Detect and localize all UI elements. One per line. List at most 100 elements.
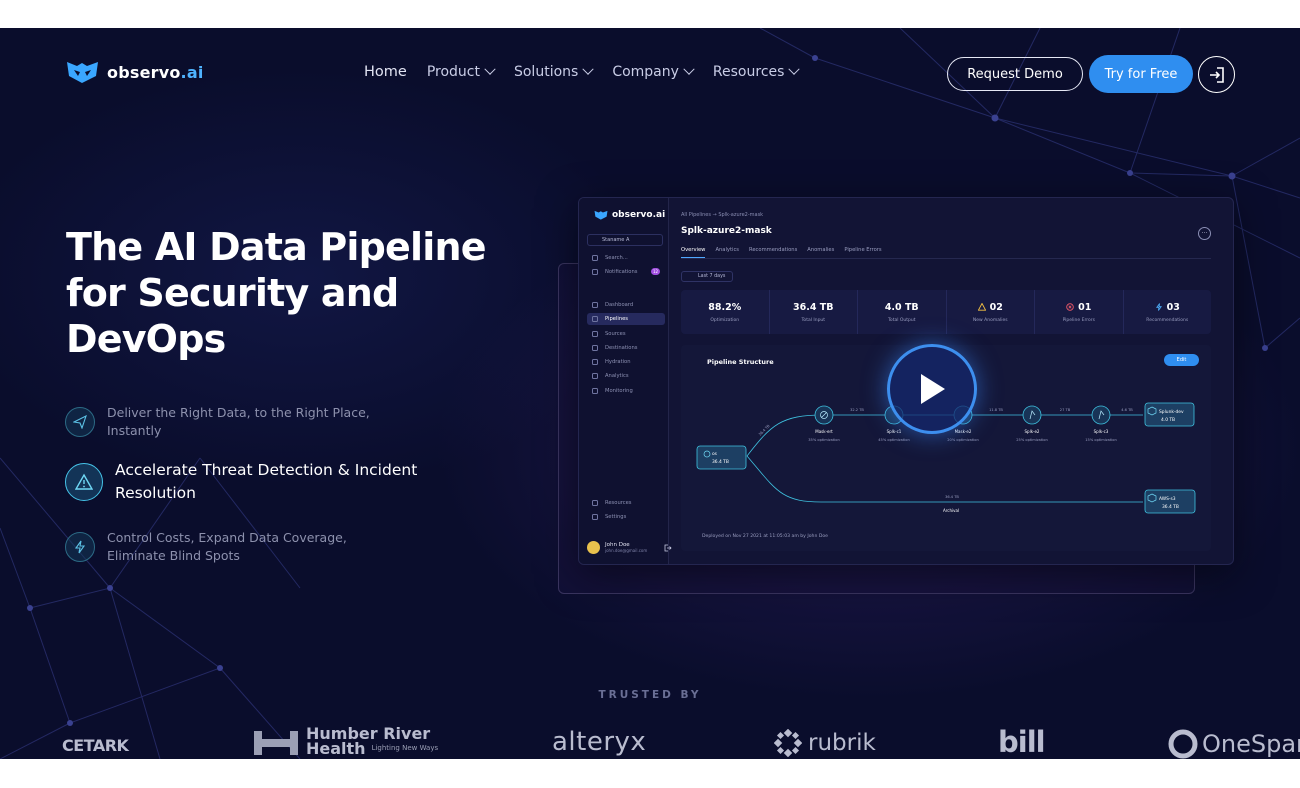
error-icon <box>1066 303 1074 311</box>
monitoring-icon <box>592 388 598 394</box>
svg-text:27 TB: 27 TB <box>1060 408 1071 412</box>
tab-anomalies[interactable]: Anomalies <box>807 247 834 258</box>
svg-text:20% optimization: 20% optimization <box>947 438 979 442</box>
gear-icon <box>592 514 598 520</box>
feature-text: Accelerate Threat Detection & Incident R… <box>115 461 418 502</box>
feature-item[interactable]: Deliver the Right Data, to the Right Pla… <box>65 404 377 440</box>
dashboard-tabs: Overview Analytics Recommendations Anoma… <box>681 247 882 258</box>
sidebar-item-dashboard[interactable]: Dashboard <box>587 299 665 311</box>
destination-icon <box>592 345 598 351</box>
nav-product[interactable]: Product <box>427 63 496 80</box>
breadcrumb[interactable]: All Pipelines → Splk-azure2-mask <box>681 212 763 218</box>
logo-bill: bill <box>998 725 1046 759</box>
tab-analytics[interactable]: Analytics <box>715 247 739 258</box>
more-options-icon[interactable]: ··· <box>1198 227 1211 240</box>
nav-resources[interactable]: Resources <box>713 63 801 80</box>
sidebar-item-search[interactable]: Search... <box>587 252 665 264</box>
analytics-icon <box>592 373 598 379</box>
observo-logo-icon <box>67 62 98 83</box>
login-icon <box>1209 66 1224 83</box>
sidebar-item-settings[interactable]: Settings <box>587 511 665 523</box>
svg-text:Splunk-dev: Splunk-dev <box>1159 409 1184 415</box>
main-nav: Home Product Solutions Company Resources <box>364 63 801 80</box>
nav-company[interactable]: Company <box>612 63 695 80</box>
svg-text:36.4 TB: 36.4 TB <box>712 459 729 465</box>
logo-alteryx: alteryx <box>552 727 647 757</box>
svg-text:25% optimization: 25% optimization <box>1016 438 1048 442</box>
svg-text:Mask-e2: Mask-e2 <box>955 429 972 434</box>
nav-home[interactable]: Home <box>364 64 407 80</box>
dashboard-logo: observo.ai <box>594 210 665 220</box>
logo-onespan: OneSpan <box>1168 729 1300 759</box>
sidebar-item-sources[interactable]: Sources <box>587 328 665 340</box>
svg-text:AWS-s3: AWS-s3 <box>1159 496 1176 502</box>
stat-recommendations[interactable]: 03 Recommendations <box>1124 290 1212 334</box>
pipeline-title: Splk-azure2-mask <box>681 226 772 236</box>
date-filter[interactable]: Last 7 days <box>681 271 734 282</box>
trusted-by-label: TRUSTED BY <box>598 689 702 701</box>
tab-overview[interactable]: Overview <box>681 247 706 258</box>
svg-text:45% optimization: 45% optimization <box>878 438 910 442</box>
svg-text:Splk-c3: Splk-c3 <box>1094 429 1109 434</box>
trusted-logos: CETARK Humber River Health Lighting New W… <box>0 723 1300 759</box>
feature-item[interactable]: Control Costs, Expand Data Coverage, Eli… <box>65 529 357 565</box>
login-button[interactable] <box>1198 56 1235 93</box>
notification-badge: 12 <box>651 268 660 275</box>
chevron-down-icon <box>683 63 695 75</box>
search-icon <box>592 255 598 261</box>
onespan-icon <box>1168 729 1198 759</box>
environment-select[interactable]: Staname A <box>587 234 663 246</box>
svg-text:36.4 TB: 36.4 TB <box>945 495 959 499</box>
sidebar-item-resources[interactable]: Resources <box>587 497 665 509</box>
sidebar-item-pipelines[interactable]: Pipelines <box>587 313 665 325</box>
tab-recommendations[interactable]: Recommendations <box>749 247 797 258</box>
stat-total-input: 36.4 TB Total Input <box>770 290 858 334</box>
source-node <box>696 445 747 470</box>
play-icon <box>921 374 945 404</box>
sidebar-item-monitoring[interactable]: Monitoring <box>587 385 665 397</box>
sidebar-item-analytics[interactable]: Analytics <box>587 370 665 382</box>
svg-text:Splk-e2: Splk-e2 <box>1025 429 1040 434</box>
play-video-button[interactable] <box>887 344 977 434</box>
user-profile[interactable]: John Doe john.doe@gmail.com <box>587 541 672 554</box>
logo-rubrik: rubrik <box>774 729 876 757</box>
page: observo.ai Home Product Solutions Compan… <box>0 28 1300 759</box>
resources-icon <box>592 500 598 506</box>
sidebar-item-destinations[interactable]: Destinations <box>587 342 665 354</box>
avatar <box>587 541 600 554</box>
sidebar-item-notifications[interactable]: Notifications 12 <box>587 266 665 278</box>
warning-icon <box>977 303 986 311</box>
chevron-down-icon <box>788 63 801 75</box>
pipeline-structure-title: Pipeline Structure <box>707 358 774 366</box>
bell-icon <box>592 269 598 275</box>
source-icon <box>592 331 598 337</box>
svg-text:32.2 TB: 32.2 TB <box>850 408 864 412</box>
request-demo-button[interactable]: Request Demo <box>947 57 1083 91</box>
stats-bar: 88.2% Optimization 36.4 TB Total Input 4.0… <box>681 290 1211 334</box>
humber-river-icon <box>254 731 298 755</box>
sidebar-item-hydration[interactable]: Hydration <box>587 356 665 368</box>
dashboard-sidebar: observo.ai Staname A Search... Notificat… <box>579 198 672 564</box>
logo-humber-river: Humber River Health Lighting New Ways <box>252 725 438 757</box>
svg-text:35% optimization: 35% optimization <box>808 438 840 442</box>
pipeline-icon <box>592 316 598 322</box>
feature-item-active[interactable]: Accelerate Threat Detection & Incident R… <box>65 459 435 505</box>
chevron-down-icon <box>582 63 594 75</box>
tab-pipeline-errors[interactable]: Pipeline Errors <box>844 247 881 258</box>
svg-text:11.8 TB: 11.8 TB <box>989 408 1003 412</box>
send-icon <box>65 407 95 437</box>
edit-button[interactable]: Edit <box>1164 354 1199 366</box>
stat-errors[interactable]: 01 Pipeline Errors <box>1035 290 1124 334</box>
hydration-icon <box>592 359 598 365</box>
stat-anomalies[interactable]: 02 New Anomalies <box>947 290 1035 334</box>
svg-text:Archival: Archival <box>943 508 959 513</box>
nav-solutions[interactable]: Solutions <box>514 63 594 80</box>
logo[interactable]: observo.ai <box>66 60 204 84</box>
warning-icon <box>65 463 103 501</box>
logo-cetark: CETARK <box>62 736 129 755</box>
try-free-button[interactable]: Try for Free <box>1089 55 1193 93</box>
svg-text:15% optimization: 15% optimization <box>1085 438 1117 442</box>
stat-total-output: 4.0 TB Total Output <box>858 290 947 334</box>
stat-optimization: 88.2% Optimization <box>681 290 770 334</box>
feature-text: Deliver the Right Data, to the Right Pla… <box>107 405 370 438</box>
